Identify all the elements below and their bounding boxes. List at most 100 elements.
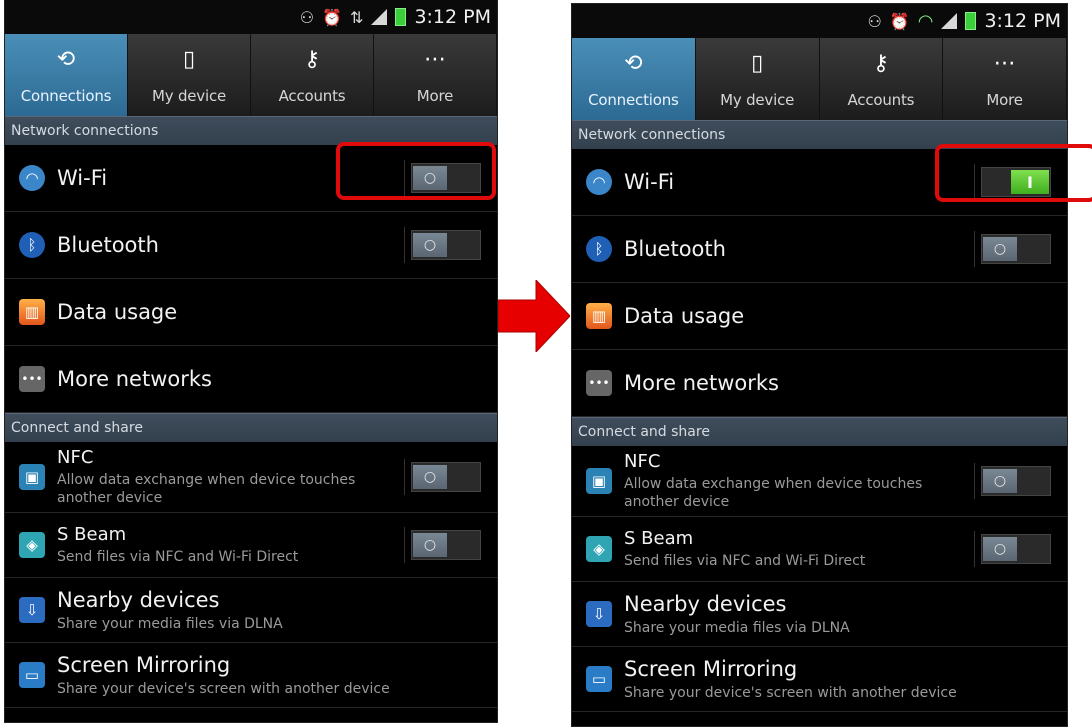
connections-icon: ⟲	[624, 50, 643, 76]
tab-accounts[interactable]: ⚷ Accounts	[820, 38, 944, 120]
battery-icon	[965, 12, 977, 30]
more-icon: ⋯	[993, 50, 1016, 76]
nfc-icon: ▣	[586, 468, 612, 494]
more-icon: ⋯	[424, 46, 446, 72]
row-text: Nearby devices Share your media files vi…	[624, 592, 850, 637]
nfc-toggle[interactable]: ○	[981, 466, 1051, 496]
row-text: NFC Allow data exchange when device touc…	[57, 447, 377, 507]
tab-accounts[interactable]: ⚷ Accounts	[251, 34, 374, 116]
row-subtitle: Share your device's screen with another …	[57, 680, 390, 697]
row-text: Screen Mirroring Share your device's scr…	[624, 657, 957, 702]
row-text: NFC Allow data exchange when device touc…	[624, 451, 944, 511]
row-subtitle: Send files via NFC and Wi-Fi Direct	[57, 549, 299, 565]
more-networks-icon: •••	[586, 370, 612, 396]
wifi-status-icon: ◠	[917, 10, 934, 32]
row-subtitle: Share your media files via DLNA	[57, 615, 283, 632]
row-bluetooth[interactable]: ᛒ Bluetooth ○	[5, 212, 497, 279]
row-title: Bluetooth	[57, 233, 159, 257]
data-usage-icon: ▥	[19, 299, 45, 325]
row-nearby-devices[interactable]: ⇩ Nearby devices Share your media files …	[5, 578, 497, 643]
tab-label: More	[416, 87, 454, 105]
row-more-networks[interactable]: ••• More networks	[5, 346, 497, 413]
s-beam-toggle[interactable]: ○	[411, 530, 481, 560]
right-arrow-icon	[498, 280, 570, 352]
row-title: NFC	[624, 451, 661, 472]
row-title: Wi-Fi	[624, 170, 675, 194]
section-header-share: Connect and share	[5, 413, 497, 442]
tab-connections[interactable]: ⟲ Connections	[572, 38, 696, 120]
toggle-knob: ○	[413, 233, 447, 257]
row-title: NFC	[57, 447, 94, 468]
screenshot-before: ⚇ ⏰ ⇅ 3:12 PM ⟲ Connections ▯ My device …	[5, 0, 497, 722]
tab-connections[interactable]: ⟲ Connections	[5, 34, 128, 116]
row-nearby-devices[interactable]: ⇩ Nearby devices Share your media files …	[572, 582, 1067, 647]
status-bar: ⚇ ⏰ ◠ 3:12 PM	[572, 4, 1067, 38]
nfc-toggle[interactable]: ○	[411, 462, 481, 492]
row-nfc[interactable]: ▣ NFC Allow data exchange when device to…	[572, 446, 1067, 517]
section-header-share: Connect and share	[572, 417, 1067, 446]
screen-mirroring-icon: ▭	[19, 662, 45, 688]
bluetooth-toggle[interactable]: ○	[411, 230, 481, 260]
signal-icon	[941, 13, 958, 29]
device-icon: ▯	[751, 50, 764, 76]
row-data-usage[interactable]: ▥ Data usage	[572, 283, 1067, 350]
row-title: Data usage	[624, 304, 745, 328]
clock: 3:12 PM	[984, 10, 1061, 32]
screenshot-after: ⚇ ⏰ ◠ 3:12 PM ⟲ Connections ▯ My device …	[572, 4, 1067, 726]
row-more-networks[interactable]: ••• More networks	[572, 350, 1067, 417]
row-screen-mirroring[interactable]: ▭ Screen Mirroring Share your device's s…	[5, 643, 497, 708]
row-bluetooth[interactable]: ᛒ Bluetooth ○	[572, 216, 1067, 283]
tab-label: Accounts	[847, 91, 915, 109]
settings-tabs: ⟲ Connections ▯ My device ⚷ Accounts ⋯ M…	[5, 34, 497, 116]
row-subtitle: Send files via NFC and Wi-Fi Direct	[624, 553, 866, 569]
tab-my-device[interactable]: ▯ My device	[128, 34, 251, 116]
row-title: Data usage	[57, 300, 178, 324]
signal-icon	[371, 9, 388, 25]
divider	[404, 227, 405, 263]
row-s-beam[interactable]: ◈ S Beam Send files via NFC and Wi-Fi Di…	[572, 517, 1067, 582]
status-bar: ⚇ ⏰ ⇅ 3:12 PM	[5, 0, 497, 34]
bluetooth-icon: ᛒ	[586, 236, 612, 262]
tab-my-device[interactable]: ▯ My device	[696, 38, 820, 120]
row-title: Screen Mirroring	[624, 656, 798, 681]
more-networks-icon: •••	[19, 366, 45, 392]
row-screen-mirroring[interactable]: ▭ Screen Mirroring Share your device's s…	[572, 647, 1067, 712]
s-beam-icon: ◈	[19, 532, 45, 558]
toggle-knob: ○	[983, 237, 1017, 261]
highlight-box-wifi-toggle-before	[336, 142, 496, 200]
row-s-beam[interactable]: ◈ S Beam Send files via NFC and Wi-Fi Di…	[5, 513, 497, 578]
bluetooth-icon: ᛒ	[19, 232, 45, 258]
row-title: More networks	[57, 367, 212, 391]
device-icon: ▯	[182, 46, 196, 72]
bluetooth-toggle[interactable]: ○	[981, 234, 1051, 264]
row-text: S Beam Send files via NFC and Wi-Fi Dire…	[57, 524, 298, 566]
row-title: Bluetooth	[624, 237, 726, 261]
row-data-usage[interactable]: ▥ Data usage	[5, 279, 497, 346]
divider	[974, 231, 975, 267]
toggle-knob: ○	[983, 537, 1017, 561]
s-beam-toggle[interactable]: ○	[981, 534, 1051, 564]
nearby-devices-icon: ⇩	[586, 601, 612, 627]
clock: 3:12 PM	[414, 6, 491, 28]
row-subtitle: Share your device's screen with another …	[624, 684, 957, 701]
data-icon: ⇅	[350, 7, 364, 27]
wifi-icon: ◠	[19, 165, 45, 191]
divider	[974, 463, 975, 499]
row-title: Wi-Fi	[57, 166, 108, 190]
toggle-knob: ○	[413, 533, 447, 557]
toggle-knob: ○	[983, 469, 1017, 493]
nfc-icon: ▣	[19, 464, 45, 490]
tab-more[interactable]: ⋯ More	[943, 38, 1067, 120]
row-subtitle: Share your media files via DLNA	[624, 619, 850, 636]
data-usage-icon: ▥	[586, 303, 612, 329]
nfc-status-icon: ⚇	[867, 11, 882, 31]
toggle-knob: ○	[413, 465, 447, 489]
tab-label: My device	[151, 87, 227, 105]
tab-more[interactable]: ⋯ More	[374, 34, 497, 116]
divider	[404, 459, 405, 495]
highlight-box-wifi-toggle-after	[935, 144, 1092, 202]
tab-label: My device	[720, 91, 795, 109]
row-title: S Beam	[57, 524, 127, 545]
s-beam-icon: ◈	[586, 536, 612, 562]
row-nfc[interactable]: ▣ NFC Allow data exchange when device to…	[5, 442, 497, 513]
